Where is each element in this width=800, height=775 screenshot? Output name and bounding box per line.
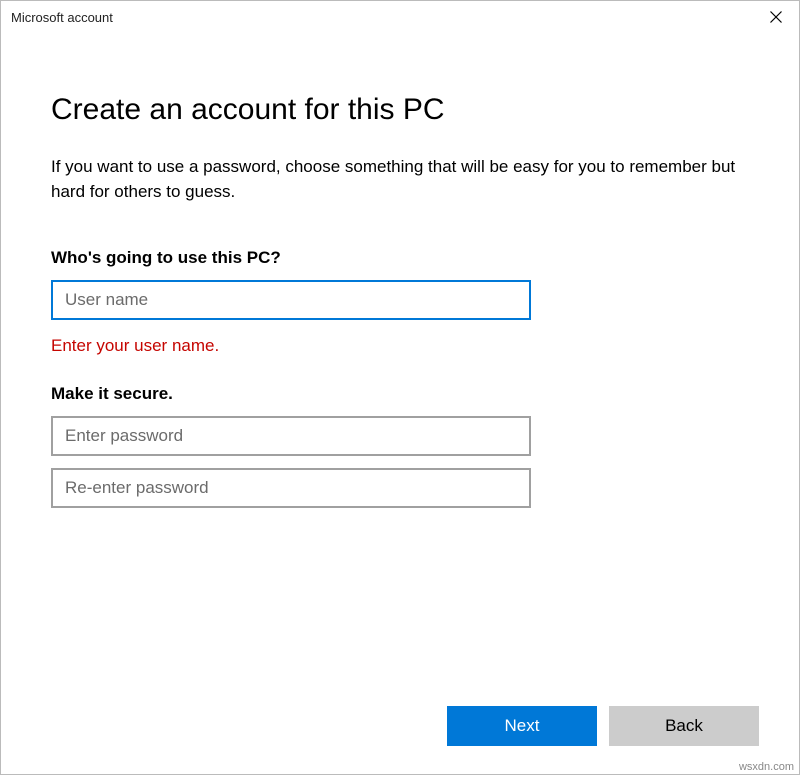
window-title: Microsoft account [11, 10, 113, 25]
password-input[interactable] [51, 416, 531, 456]
dialog-window: Microsoft account Create an account for … [0, 0, 800, 775]
close-button[interactable] [753, 1, 799, 33]
username-input[interactable] [51, 280, 531, 320]
watermark-text: wsxdn.com [739, 761, 794, 773]
titlebar: Microsoft account [1, 1, 799, 33]
password-section-label: Make it secure. [51, 384, 749, 404]
username-section-label: Who's going to use this PC? [51, 248, 749, 268]
next-button[interactable]: Next [447, 706, 597, 746]
page-description: If you want to use a password, choose so… [51, 155, 749, 204]
password-confirm-input[interactable] [51, 468, 531, 508]
content-area: Create an account for this PC If you wan… [1, 33, 799, 706]
back-button[interactable]: Back [609, 706, 759, 746]
page-heading: Create an account for this PC [51, 93, 749, 127]
footer-buttons: Next Back [1, 706, 799, 774]
close-icon [770, 11, 782, 23]
username-error-text: Enter your user name. [51, 336, 749, 356]
